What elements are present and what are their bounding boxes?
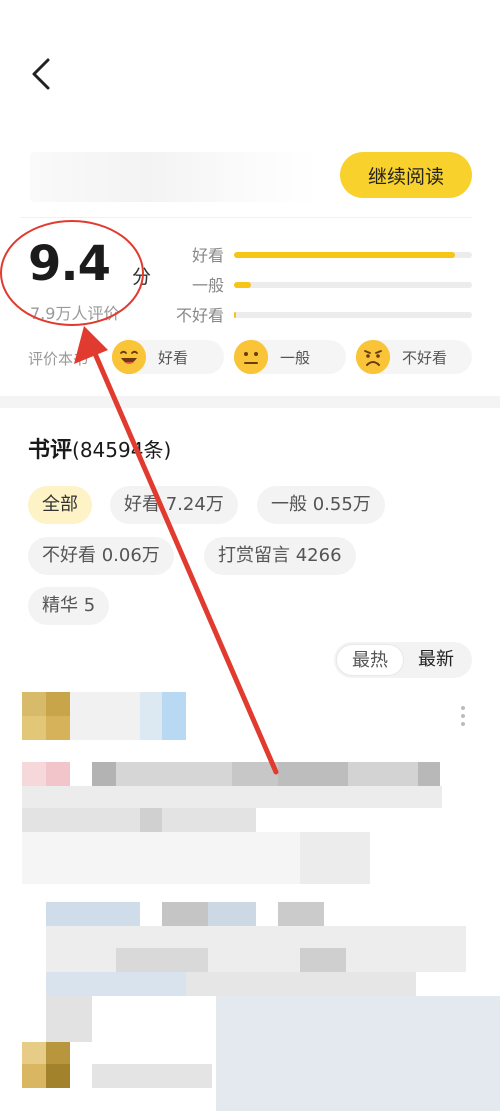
rating-bar-fill [234,252,456,258]
filter-chip-tips[interactable]: 打赏留言 4266 [204,537,356,575]
neutral-face-icon [234,340,268,374]
evaluate-option-label: 不好看 [402,349,448,367]
rating-bar-track [234,282,472,288]
filter-chip-all[interactable]: 全部 [28,486,92,524]
rating-label: 一般 [191,276,224,295]
score-unit: 分 [132,266,152,288]
rating-row-good: 好看 [166,240,472,270]
rating-label: 不好看 [175,306,224,325]
laughing-face-icon [112,340,146,374]
rating-row-bad: 不好看 [166,300,472,330]
filter-chip-bad[interactable]: 不好看 0.06万 [28,537,174,575]
blurred-review-list [0,690,500,1111]
rating-label: 好看 [191,246,224,265]
reviews-title-text: 书评 [28,438,73,463]
filter-chip-average[interactable]: 一般 0.55万 [257,486,385,524]
continue-reading-button[interactable]: 继续阅读 [340,152,472,198]
evaluate-option-label: 一般 [280,349,311,367]
back-button[interactable] [26,54,58,94]
rating-bar-track [234,252,472,258]
reviews-title: 书评(84594条) [28,432,171,464]
evaluate-good-button[interactable]: 好看 [112,340,224,374]
blurred-book-info [30,152,320,202]
rating-breakdown: 好看 一般 不好看 [166,240,472,330]
rating-row-average: 一般 [166,270,472,300]
rating-bar-fill [234,312,237,318]
reviews-count: (84594条) [72,438,172,462]
evaluate-bad-button[interactable]: 不好看 [356,340,472,374]
sort-new-option[interactable]: 最新 [402,644,470,676]
section-divider [0,396,500,408]
score-value: 9.4 [28,236,111,292]
evaluate-label: 评价本书 [28,350,89,368]
score-summary: 9.4 分 7.9万人评价 [28,236,188,326]
evaluate-option-label: 好看 [158,349,189,367]
evaluate-average-button[interactable]: 一般 [234,340,346,374]
rating-bar-track [234,312,472,318]
more-options-icon[interactable] [458,704,468,728]
book-header: 继续阅读 [20,138,472,218]
sort-toggle: 最热 最新 [334,642,472,678]
chevron-left-icon [32,58,50,90]
sort-hot-option[interactable]: 最热 [336,644,404,676]
filter-chip-good[interactable]: 好看 7.24万 [110,486,238,524]
filter-chip-featured[interactable]: 精华 5 [28,587,110,625]
rating-bar-fill [234,282,251,288]
sad-face-icon [356,340,390,374]
evaluate-book-row: 评价本书 好看 一般 不好看 [28,340,472,376]
rating-count: 7.9万人评价 [30,304,120,323]
